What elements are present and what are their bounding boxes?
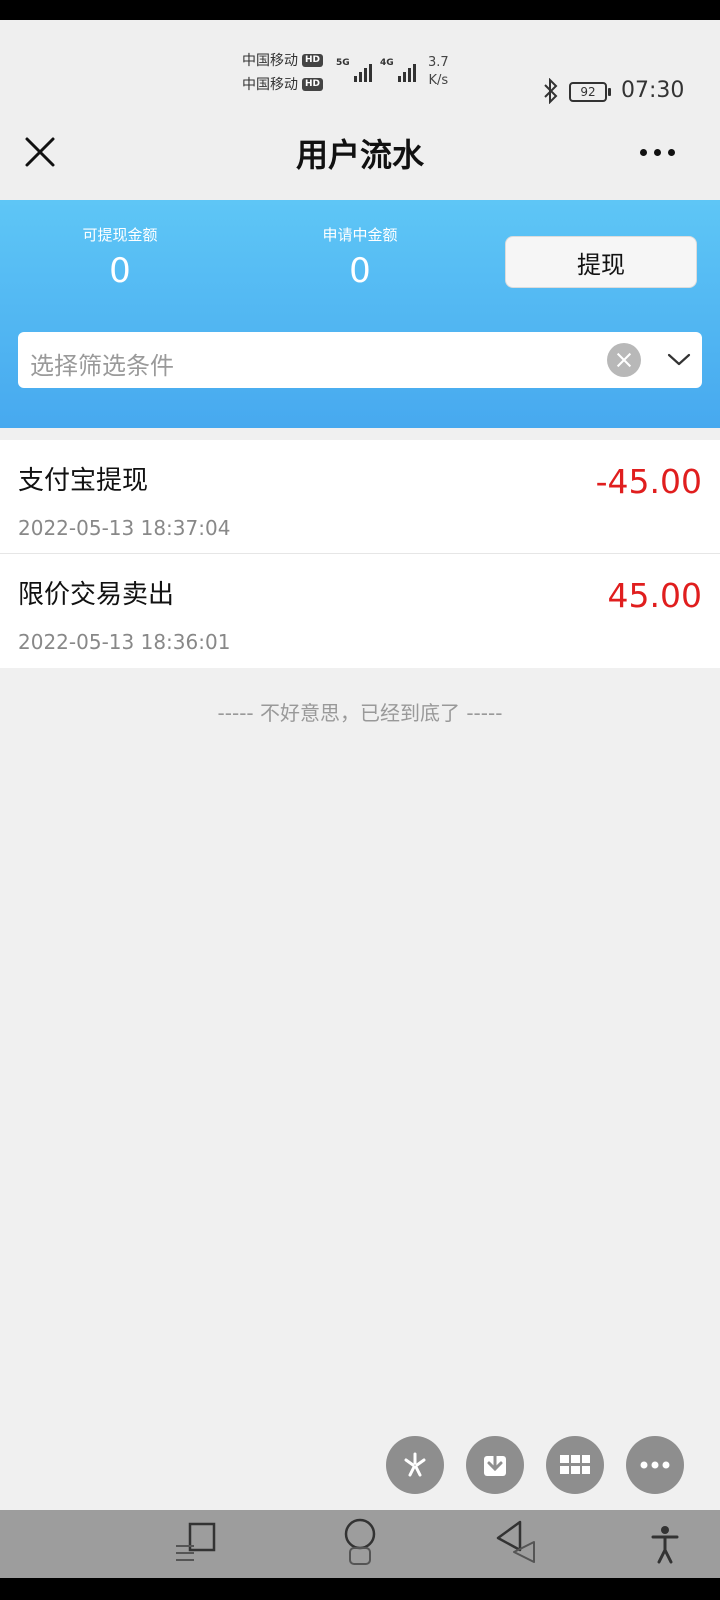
battery-icon: 92 [569,82,611,102]
accessibility-icon[interactable] [650,1524,680,1564]
sparkle-icon[interactable] [386,1436,444,1494]
sim2-network-label: 4G [380,58,394,68]
transaction-title: 限价交易卖出 [18,580,175,610]
sim1-signal-icon: 5G [336,58,372,82]
pending-value: 0 [349,251,371,291]
withdrawable-value: 0 [109,251,131,291]
bottom-black-bar [0,1578,720,1600]
hd-badge: HD [302,77,324,91]
transaction-title: 支付宝提现 [18,466,149,496]
transaction-row[interactable]: 支付宝提现 2022-05-13 18:37:04 -45.00 [0,440,720,554]
more-icon[interactable] [626,1436,684,1494]
withdrawable-label: 可提现金额 [82,226,158,244]
clear-icon[interactable] [607,343,641,377]
sim2-signal-icon: 4G [380,58,416,82]
carrier-1: 中国移动 HD [242,50,324,70]
app-header: 用户流水 [0,120,720,200]
system-navigation-bar [0,1510,720,1578]
battery-level: 92 [580,85,596,99]
transaction-amount: -45.00 [595,462,702,501]
hd-badge: HD [302,53,324,67]
speed-value: 3.7 [428,55,449,70]
grid-icon[interactable] [546,1436,604,1494]
status-time: 07:30 [621,78,685,103]
transaction-time: 2022-05-13 18:37:04 [18,516,231,540]
filter-select[interactable]: 选择筛选条件 [18,332,702,388]
filter-placeholder: 选择筛选条件 [30,352,174,380]
sim1-network-label: 5G [336,58,350,68]
chevron-down-icon[interactable] [666,346,692,372]
transaction-amount: 45.00 [607,576,702,615]
speed-unit: K/s [428,73,449,88]
status-bar: 中国移动 HD 中国移动 HD 5G 4G 3.7 K/s 92 07:30 [0,20,720,120]
balance-summary: 可提现金额 0 申请中金额 0 提现 选择筛选条件 [0,200,720,428]
pending-label: 申请中金额 [322,226,398,244]
transaction-list: 支付宝提现 2022-05-13 18:37:04 -45.00 限价交易卖出 … [0,440,720,668]
download-icon[interactable] [466,1436,524,1494]
transaction-row[interactable]: 限价交易卖出 2022-05-13 18:36:01 45.00 [0,554,720,668]
page-title: 用户流水 [295,136,424,174]
carrier-1-label: 中国移动 [242,53,298,69]
transaction-time: 2022-05-13 18:36:01 [18,630,231,654]
home-icon[interactable] [338,1518,382,1568]
network-speed: 3.7 K/s [428,54,449,90]
back-icon[interactable] [494,1518,542,1568]
end-of-list-text: ----- 不好意思，已经到底了 ----- [217,701,503,725]
more-options-icon[interactable] [640,142,688,162]
carrier-2-label: 中国移动 [242,77,298,93]
withdraw-button[interactable]: 提现 [505,236,697,288]
bluetooth-icon [544,78,558,104]
pending-stat: 申请中金额 0 [260,224,460,291]
recent-apps-icon[interactable] [174,1520,222,1566]
top-black-bar [0,0,720,20]
carrier-2: 中国移动 HD [242,74,324,94]
withdrawable-stat: 可提现金额 0 [20,224,220,291]
